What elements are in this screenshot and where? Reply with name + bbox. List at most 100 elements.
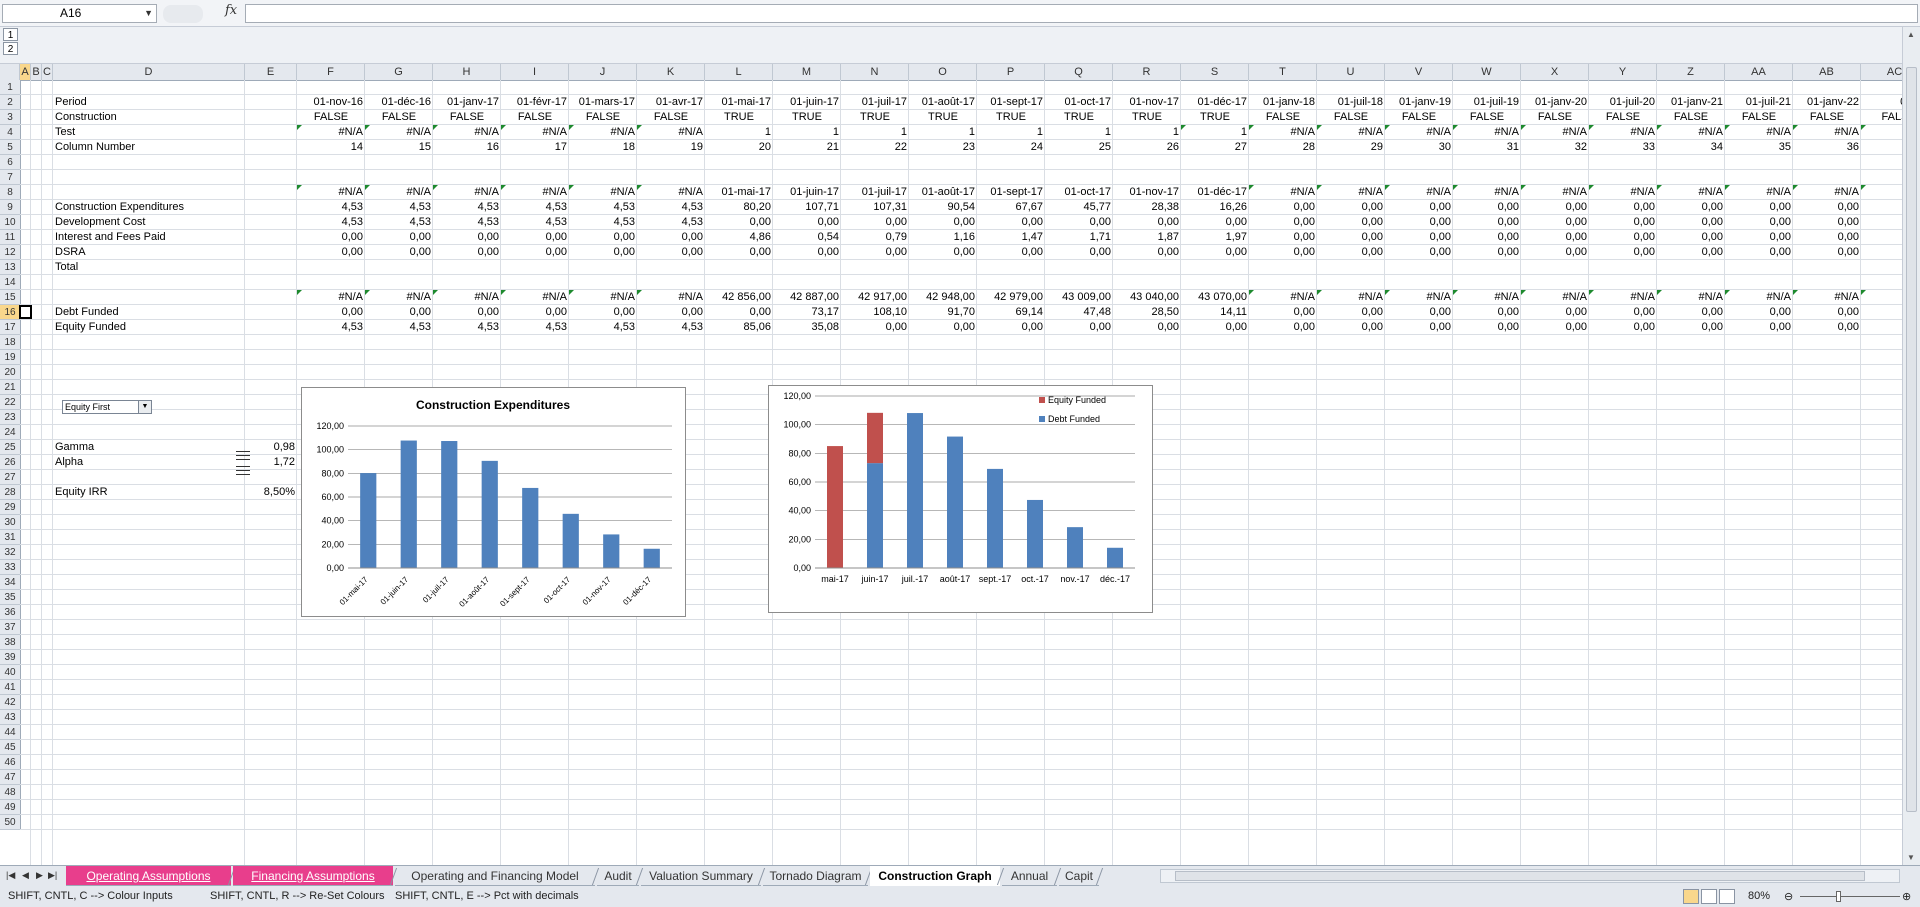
cell-equity-l[interactable]: 85,06 [705,320,773,335]
cell-construction-r[interactable]: TRUE [1113,110,1181,125]
cell-colnum-ab[interactable]: 36 [1793,140,1861,155]
normal-view-button[interactable] [1683,889,1699,904]
cell-dsra-aa[interactable]: 0,00 [1725,245,1793,260]
cell-dsra-j[interactable]: 0,00 [569,245,637,260]
cell-construction-ab[interactable]: FALSE [1793,110,1861,125]
cell-ce-f[interactable]: 4,53 [297,200,365,215]
cell-row8-i[interactable]: #N/A [501,185,569,200]
column-header-c[interactable]: C [42,64,53,80]
row-header-13[interactable]: 13 [0,260,20,275]
column-header-a[interactable]: A [20,64,31,80]
cell-colnum-z[interactable]: 34 [1657,140,1725,155]
cell-equity-h[interactable]: 4,53 [433,320,501,335]
cell-if-k[interactable]: 0,00 [637,230,705,245]
cell-ce-o[interactable]: 90,54 [909,200,977,215]
outline-level-2-button[interactable]: 2 [3,42,18,55]
cell-row15-z[interactable]: #N/A [1657,290,1725,305]
cell-equity-x[interactable]: 0,00 [1521,320,1589,335]
row-label-colnum[interactable]: Column Number [53,140,297,155]
row-header-26[interactable]: 26 [0,455,20,470]
cell-dsra-f[interactable]: 0,00 [297,245,365,260]
row-header-14[interactable]: 14 [0,275,20,290]
cell-row15-h[interactable]: #N/A [433,290,501,305]
cell-dsra-n[interactable]: 0,00 [841,245,909,260]
row-header-16[interactable]: 16 [0,305,20,320]
row-header-37[interactable]: 37 [0,620,20,635]
row-header-8[interactable]: 8 [0,185,20,200]
cell-dc-u[interactable]: 0,00 [1317,215,1385,230]
cell-ce-p[interactable]: 67,67 [977,200,1045,215]
row-label-period[interactable]: Period [53,95,297,110]
row-label-test[interactable]: Test [53,125,297,140]
row-header-21[interactable]: 21 [0,380,20,395]
cell-dsra-g[interactable]: 0,00 [365,245,433,260]
cell-test-y[interactable]: #N/A [1589,125,1657,140]
cell-row15-g[interactable]: #N/A [365,290,433,305]
last-sheet-icon[interactable]: ▶| [48,870,57,881]
cell-row8-u[interactable]: #N/A [1317,185,1385,200]
cell-construction-ac[interactable]: FALS [1861,110,1902,125]
cell-row8-s[interactable]: 01-déc-17 [1181,185,1249,200]
row-header-30[interactable]: 30 [0,515,20,530]
cell-ce-m[interactable]: 107,71 [773,200,841,215]
cell-dc-l[interactable]: 0,00 [705,215,773,230]
cell-periods-aa[interactable]: 01-juil-21 [1725,95,1793,110]
sheet-tab-financing-assumptions[interactable]: Financing Assumptions [233,866,393,886]
row-header-49[interactable]: 49 [0,800,20,815]
cell-colnum-m[interactable]: 21 [773,140,841,155]
row-label-dsra[interactable]: DSRA [53,245,297,260]
cell-if-p[interactable]: 1,47 [977,230,1045,245]
cell-debt-u[interactable]: 0,00 [1317,305,1385,320]
row-header-31[interactable]: 31 [0,530,20,545]
column-header-ab[interactable]: AB [1793,64,1861,80]
cell-dsra-t[interactable]: 0,00 [1249,245,1317,260]
cell-test-u[interactable]: #N/A [1317,125,1385,140]
cell-periods-z[interactable]: 01-janv-21 [1657,95,1725,110]
cell-row15-n[interactable]: 42 917,00 [841,290,909,305]
cell-periods-y[interactable]: 01-juil-20 [1589,95,1657,110]
cell-if-i[interactable]: 0,00 [501,230,569,245]
cell-debt-aa[interactable]: 0,00 [1725,305,1793,320]
cell-if-u[interactable]: 0,00 [1317,230,1385,245]
cell-test-w[interactable]: #N/A [1453,125,1521,140]
cell-periods-n[interactable]: 01-juil-17 [841,95,909,110]
cell-equity-r[interactable]: 0,00 [1113,320,1181,335]
cell-equity-aa[interactable]: 0,00 [1725,320,1793,335]
cell-ce-u[interactable]: 0,00 [1317,200,1385,215]
cell-periods-t[interactable]: 01-janv-18 [1249,95,1317,110]
cell-test-m[interactable]: 1 [773,125,841,140]
cell-equity-y[interactable]: 0,00 [1589,320,1657,335]
cell-equity-i[interactable]: 4,53 [501,320,569,335]
cell-colnum-k[interactable]: 19 [637,140,705,155]
horizontal-scroll-thumb[interactable] [1175,871,1865,881]
cell-row8-o[interactable]: 01-août-17 [909,185,977,200]
cell-ce-aa[interactable]: 0,00 [1725,200,1793,215]
column-header-e[interactable]: E [245,64,297,80]
row-header-15[interactable]: 15 [0,290,20,305]
cell-dc-v[interactable]: 0,00 [1385,215,1453,230]
sheet-tab-audit[interactable]: Audit [597,866,639,886]
cell-dsra-l[interactable]: 0,00 [705,245,773,260]
cell-ce-ab[interactable]: 0,00 [1793,200,1861,215]
cell-debt-j[interactable]: 0,00 [569,305,637,320]
cell-debt-ab[interactable]: 0,00 [1793,305,1861,320]
row-header-19[interactable]: 19 [0,350,20,365]
cell-periods-g[interactable]: 01-déc-16 [365,95,433,110]
cell-row8-p[interactable]: 01-sept-17 [977,185,1045,200]
vertical-scrollbar[interactable]: ▲ ▼ [1902,27,1920,865]
cell-ce-h[interactable]: 4,53 [433,200,501,215]
cell-colnum-o[interactable]: 23 [909,140,977,155]
row-label-if[interactable]: Interest and Fees Paid [53,230,297,245]
cell-debt-o[interactable]: 91,70 [909,305,977,320]
first-sheet-icon[interactable]: |◀ [6,870,15,881]
cell-row15-l[interactable]: 42 856,00 [705,290,773,305]
cell-construction-i[interactable]: FALSE [501,110,569,125]
row-header-22[interactable]: 22 [0,395,20,410]
cell-dsra-q[interactable]: 0,00 [1045,245,1113,260]
cell-dsra-ab[interactable]: 0,00 [1793,245,1861,260]
cell-row8-ac[interactable]: #N/A [1861,185,1902,200]
row-header-44[interactable]: 44 [0,725,20,740]
cell-ce-n[interactable]: 107,31 [841,200,909,215]
cell-test-j[interactable]: #N/A [569,125,637,140]
cell-dsra-ac[interactable] [1861,245,1902,260]
